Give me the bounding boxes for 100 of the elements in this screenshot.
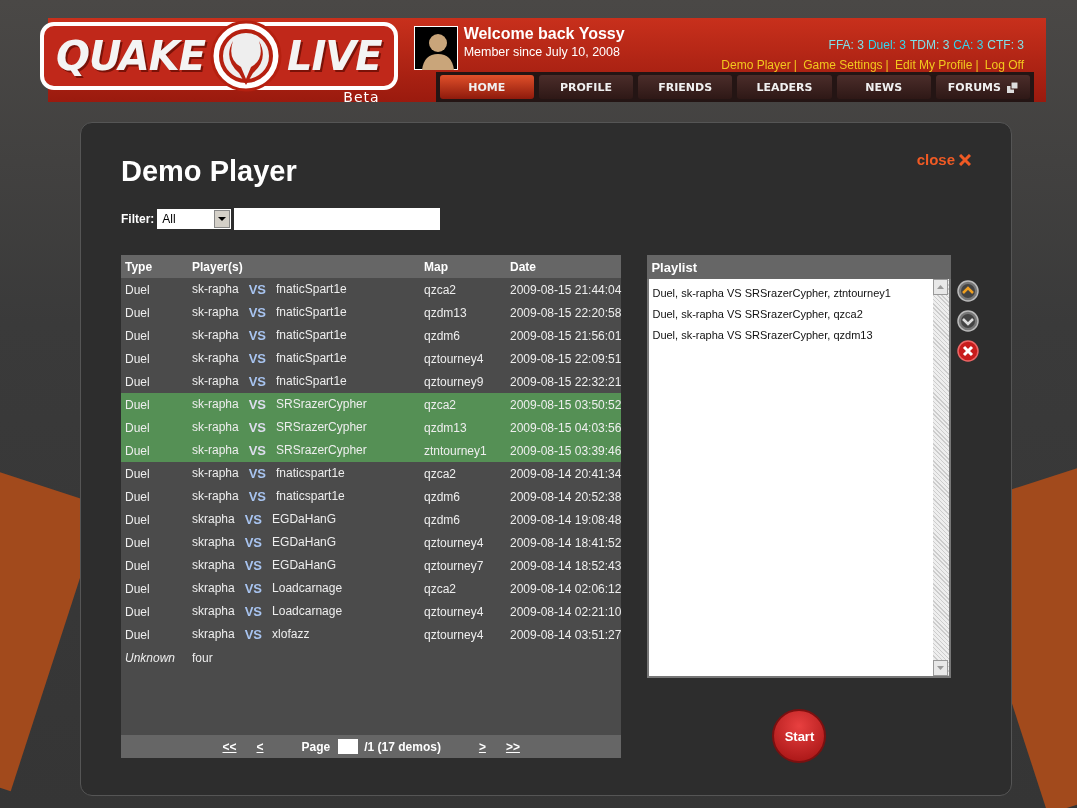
map-cell: qztourney4 <box>424 627 484 642</box>
demo-row[interactable]: Duel skrapha VS EGDaHanG qzdm6 2009-08-14 19:08:48 <box>121 508 622 531</box>
date-cell: 2009-08-15 21:44:04 <box>510 282 622 297</box>
demo-row[interactable]: Duel skrapha VS EGDaHanG qztourney4 2009-08-14 18:41:52 <box>121 531 622 554</box>
player-name: Loadcarnage <box>272 581 343 596</box>
player-name: sk-rapha <box>192 420 239 435</box>
player-name: skrapha <box>192 604 235 619</box>
next-page-link[interactable]: > <box>478 739 486 754</box>
date-cell: 2009-08-14 03:51:27 <box>510 627 622 642</box>
date-cell: 2009-08-15 22:09:51 <box>510 351 622 366</box>
user-link[interactable]: Demo Player <box>721 58 791 72</box>
demo-row[interactable]: Duel skrapha VS xlofazz qztourney4 2009-08-14 03:51:27 <box>121 623 622 646</box>
demo-row[interactable]: Duel skrapha VS Loadcarnage qztourney4 2009-08-14 02:21:10 <box>121 600 622 623</box>
date-cell: 2009-08-14 20:52:38 <box>510 489 622 504</box>
nav-tab[interactable]: FORUMS <box>935 75 1031 99</box>
versus-label: VS <box>244 535 263 550</box>
column-header: Player(s) <box>192 259 244 274</box>
demo-row[interactable]: Unknown four <box>121 646 622 669</box>
page-input[interactable] <box>338 739 359 754</box>
map-cell: qzdm6 <box>424 512 461 527</box>
player-name: skrapha <box>192 581 235 596</box>
date-cell: 2009-08-15 22:20:58 <box>510 305 622 320</box>
player-name: fnaticSpart1e <box>276 351 347 366</box>
user-link[interactable]: Edit My Profile <box>895 58 973 72</box>
versus-label: VS <box>244 627 263 642</box>
date-cell: 2009-08-14 18:52:43 <box>510 558 622 573</box>
dialog-title: Demo Player <box>121 155 297 188</box>
start-button[interactable]: Start <box>772 709 827 763</box>
player-name: SRSrazerCypher <box>276 397 367 412</box>
first-page-link[interactable]: << <box>222 739 237 754</box>
remove-icon[interactable] <box>957 340 980 362</box>
type-cell-text: Duel <box>125 581 151 596</box>
demo-row[interactable]: Duel sk-rapha VS fnaticSpart1e qztourney9 2009-08-15 22:32:21 <box>121 370 622 393</box>
user-link[interactable]: Game Settings <box>803 58 883 72</box>
player-name: sk-rapha <box>192 282 239 297</box>
filter-input[interactable] <box>234 208 441 230</box>
demo-row[interactable]: Duel sk-rapha VS fnaticSpart1e qzca2 2009-08-15 21:44:04 <box>121 278 622 301</box>
versus-label: VS <box>248 466 267 481</box>
map-cell: qzca2 <box>424 282 457 297</box>
demo-row[interactable]: Duel sk-rapha VS fnaticSpart1e qzdm13 2009-08-15 22:20:58 <box>121 301 622 324</box>
map-cell: qztourney9 <box>424 374 484 389</box>
type-cell-text: Duel <box>125 282 151 297</box>
nav-tab[interactable]: FRIENDS <box>638 75 733 99</box>
map-cell: qztourney4 <box>424 535 484 550</box>
demo-row[interactable]: Duel skrapha VS Loadcarnage qzca2 2009-08-14 02:06:12 <box>121 577 622 600</box>
nav-tab[interactable]: LEADERS <box>737 75 832 99</box>
page-label: Page <box>301 739 331 754</box>
player-name: skrapha <box>192 535 235 550</box>
date-cell: 2009-08-14 20:41:34 <box>510 466 622 481</box>
date-cell: 2009-08-15 03:39:46 <box>510 443 622 458</box>
avatar-icon[interactable] <box>413 26 458 70</box>
date-cell: 2009-08-14 18:41:52 <box>510 535 622 550</box>
type-cell-text: Duel <box>125 443 151 458</box>
player-name: fnaticSpart1e <box>276 374 347 389</box>
nav-tab[interactable]: PROFILE <box>538 75 634 99</box>
map-cell: qzca2 <box>424 397 457 412</box>
player-name: EGDaHanG <box>272 558 337 573</box>
welcome-text: Welcome back Yossy <box>463 25 626 43</box>
nav-tab[interactable]: NEWS <box>836 75 931 99</box>
player-name: skrapha <box>192 627 235 642</box>
previous-page-link[interactable]: < <box>256 739 264 754</box>
member-since-text: Member since July 10, 2008 <box>463 45 621 59</box>
versus-label: VS <box>244 604 263 619</box>
close-button[interactable]: close <box>916 151 971 168</box>
filter-dropdown[interactable]: All <box>157 209 232 229</box>
demo-row[interactable]: Duel skrapha VS EGDaHanG qztourney7 2009-08-14 18:52:43 <box>121 554 622 577</box>
demo-row[interactable]: Duel sk-rapha VS fnaticspart1e qzdm6 2009-08-14 20:52:38 <box>121 485 622 508</box>
map-cell: qztourney4 <box>424 604 484 619</box>
demo-row[interactable]: Duel sk-rapha VS fnaticspart1e qzca2 2009-08-14 20:41:34 <box>121 462 622 485</box>
map-cell: qzdm13 <box>424 420 467 435</box>
playlist-item[interactable]: Duel, sk-rapha VS SRSrazerCypher, qzca2 <box>652 304 931 325</box>
date-cell: 2009-08-14 02:06:12 <box>510 581 622 596</box>
date-cell: 2009-08-15 04:03:56 <box>510 420 622 435</box>
playlist-item[interactable]: Duel, sk-rapha VS SRSrazerCypher, ztntourney1 <box>652 283 931 304</box>
type-cell-text: Duel <box>125 374 151 389</box>
date-cell: 2009-08-14 19:08:48 <box>510 512 622 527</box>
game-count: TDM: 3 <box>909 38 950 52</box>
game-count: FFA: 3 <box>828 38 864 52</box>
player-name: sk-rapha <box>192 374 239 389</box>
move-down-icon[interactable] <box>957 310 980 332</box>
map-cell: qzdm6 <box>424 489 461 504</box>
versus-label: VS <box>244 581 263 596</box>
player-name: fnaticSpart1e <box>276 305 347 320</box>
last-page-link[interactable]: >> <box>505 739 520 754</box>
versus-label: VS <box>248 397 267 412</box>
player-name: fnaticSpart1e <box>276 282 347 297</box>
beta-label: Beta <box>343 89 380 105</box>
versus-label: VS <box>248 443 267 458</box>
column-header: Map <box>424 259 449 274</box>
demo-row[interactable]: Duel sk-rapha VS fnaticSpart1e qzdm6 2009-08-15 21:56:01 <box>121 324 622 347</box>
type-cell-text: Duel <box>125 305 151 320</box>
map-cell: qztourney7 <box>424 558 484 573</box>
versus-label: VS <box>244 558 263 573</box>
user-link[interactable]: Log Off <box>984 58 1024 72</box>
versus-label: VS <box>248 282 267 297</box>
type-cell-text: Duel <box>125 328 151 343</box>
demo-row[interactable]: Duel sk-rapha VS fnaticSpart1e qztourney4 2009-08-15 22:09:51 <box>121 347 622 370</box>
nav-tab[interactable]: HOME <box>439 75 534 99</box>
playlist-item[interactable]: Duel, sk-rapha VS SRSrazerCypher, qzdm13 <box>652 325 931 346</box>
move-up-icon[interactable] <box>957 280 980 302</box>
